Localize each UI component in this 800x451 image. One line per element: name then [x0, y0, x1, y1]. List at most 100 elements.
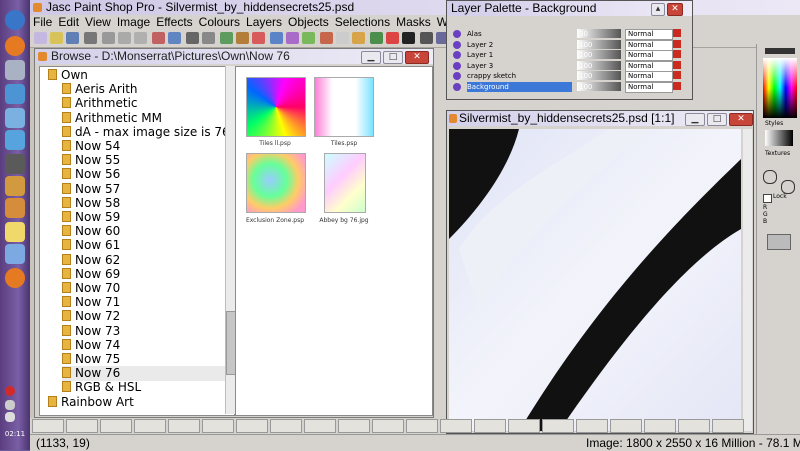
layer-row[interactable]: crappy sketch 100 Normal: [451, 71, 685, 82]
print-icon[interactable]: [84, 32, 97, 44]
layer-row[interactable]: Background 100 Normal: [451, 81, 685, 93]
retouch-icon[interactable]: [320, 32, 333, 44]
layer-visibility-icon[interactable]: [453, 72, 461, 80]
lasso-icon[interactable]: [236, 32, 249, 44]
layer-visibility-icon[interactable]: [453, 51, 461, 59]
tools-icon[interactable]: [5, 176, 25, 196]
minimized-window-button[interactable]: [576, 419, 608, 433]
tree-item[interactable]: Now 76: [62, 366, 230, 382]
layer-mask-icon[interactable]: [673, 29, 681, 37]
tree-item[interactable]: Now 56: [62, 167, 230, 182]
clone-icon[interactable]: [286, 32, 299, 44]
minimized-window-button[interactable]: [100, 419, 132, 433]
tree-item[interactable]: Rainbow Art: [48, 395, 228, 410]
volume-icon[interactable]: [5, 412, 15, 422]
layer-name[interactable]: Alas: [467, 29, 572, 39]
menu-colours[interactable]: Colours: [196, 15, 243, 30]
chat-icon[interactable]: [5, 60, 25, 80]
layer-palette-titlebar[interactable]: Layer Palette - Background ▴ ✕: [447, 1, 692, 16]
tree-item[interactable]: Now 61: [62, 238, 230, 253]
eraser-icon[interactable]: [336, 32, 349, 44]
minimized-window-button[interactable]: [440, 419, 472, 433]
tree-item[interactable]: Now 55: [62, 153, 230, 168]
tree-item[interactable]: Now 58: [62, 196, 230, 211]
brush-icon[interactable]: [270, 32, 283, 44]
tree-item[interactable]: Now 57: [62, 182, 230, 197]
menu-effects[interactable]: Effects: [153, 15, 195, 30]
open-icon[interactable]: [50, 32, 63, 44]
tree-item[interactable]: Aeris Arith: [62, 82, 230, 97]
app-icon[interactable]: [5, 108, 25, 128]
layer-visibility-icon[interactable]: [453, 82, 461, 91]
tree-item[interactable]: Own: [48, 68, 228, 83]
tree-item[interactable]: RGB & HSL: [62, 380, 230, 395]
minimized-window-button[interactable]: [338, 419, 370, 433]
picture-tube-icon[interactable]: [352, 32, 365, 44]
minimize-button[interactable]: ▁: [361, 51, 381, 64]
minimized-window-button[interactable]: [304, 419, 336, 433]
network-icon[interactable]: [5, 400, 15, 410]
start-orb-icon[interactable]: [5, 10, 25, 30]
layer-mask-icon[interactable]: [673, 71, 681, 79]
texture-toggle-icon[interactable]: [781, 180, 795, 194]
layer-visibility-icon[interactable]: [453, 61, 461, 70]
copy-icon[interactable]: [118, 32, 131, 44]
layer-mask-icon[interactable]: [673, 81, 681, 90]
layer-mask-icon[interactable]: [673, 60, 681, 69]
layer-visibility-icon[interactable]: [453, 40, 461, 49]
close-button[interactable]: ✕: [667, 3, 683, 16]
layer-name[interactable]: Background: [467, 81, 572, 92]
tree-item[interactable]: dA - max image size is 768:: [62, 125, 234, 140]
lock-checkbox[interactable]: [763, 194, 772, 203]
app-icon[interactable]: [5, 84, 25, 104]
move-icon[interactable]: [202, 32, 215, 44]
close-button[interactable]: ✕: [729, 113, 753, 126]
layer-mask-icon[interactable]: [673, 50, 681, 58]
paint-shop-pro-icon[interactable]: [5, 198, 25, 218]
minimized-window-button[interactable]: [406, 419, 438, 433]
layer-mask-icon[interactable]: [673, 39, 681, 48]
minimized-window-button[interactable]: [202, 419, 234, 433]
tree-item[interactable]: Arithmetic MM: [62, 111, 230, 126]
minimized-window-button[interactable]: [236, 419, 268, 433]
tree-item[interactable]: Now 70: [62, 281, 230, 296]
minimized-window-button[interactable]: [542, 419, 574, 433]
tree-item[interactable]: Now 74: [62, 338, 230, 353]
save-icon[interactable]: [66, 32, 79, 44]
layer-row[interactable]: Layer 2 100 Normal: [451, 39, 685, 51]
minimized-window-button[interactable]: [712, 419, 744, 433]
menu-edit[interactable]: Edit: [55, 15, 82, 30]
redo-icon[interactable]: [168, 32, 181, 44]
menu-layers[interactable]: Layers: [243, 15, 285, 30]
minimized-window-button[interactable]: [678, 419, 710, 433]
tree-item[interactable]: Now 73: [62, 324, 230, 339]
layer-row[interactable]: Layer 3 100 Normal: [451, 60, 685, 72]
fill-icon[interactable]: [386, 32, 399, 44]
tree-item[interactable]: Now 59: [62, 210, 230, 225]
layer-blend-mode-select[interactable]: Normal: [625, 81, 673, 93]
color-picker[interactable]: [763, 58, 797, 118]
menu-image[interactable]: Image: [114, 15, 153, 30]
tree-item[interactable]: Now 60: [62, 224, 230, 239]
select-icon[interactable]: [220, 32, 233, 44]
color-replace-icon[interactable]: [302, 32, 315, 44]
minimized-window-button[interactable]: [610, 419, 642, 433]
thumbnail-image[interactable]: [314, 77, 374, 137]
paste-icon[interactable]: [134, 32, 147, 44]
tree-item[interactable]: Now 69: [62, 267, 230, 282]
antivirus-icon[interactable]: [5, 386, 15, 396]
minimized-window-button[interactable]: [270, 419, 302, 433]
minimized-window-button[interactable]: [134, 419, 166, 433]
minimized-window-button[interactable]: [372, 419, 404, 433]
zoom-icon[interactable]: [186, 32, 199, 44]
layer-blend-mode-select[interactable]: Normal: [625, 50, 673, 61]
dropper-icon[interactable]: [252, 32, 265, 44]
tree-item[interactable]: Now 54: [62, 139, 230, 154]
layer-name[interactable]: Layer 1: [467, 50, 572, 60]
menu-selections[interactable]: Selections: [332, 15, 393, 30]
menu-objects[interactable]: Objects: [285, 15, 332, 30]
thumbnail-image[interactable]: [324, 153, 366, 213]
layer-name[interactable]: Layer 3: [467, 61, 572, 71]
layer-blend-mode-select[interactable]: Normal: [625, 60, 673, 72]
thumbnail-image[interactable]: [246, 153, 306, 213]
